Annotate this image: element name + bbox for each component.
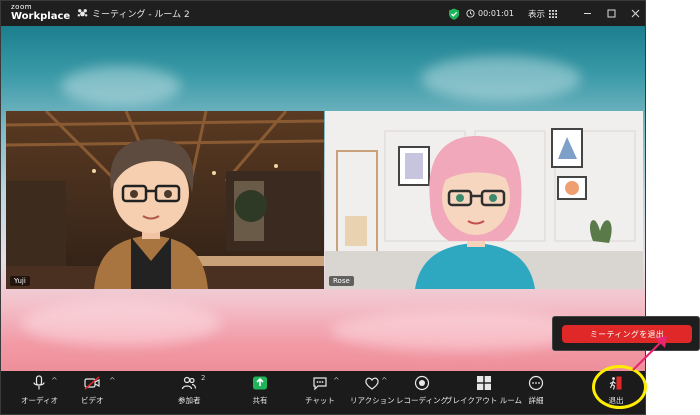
timer-value: 00:01:01 bbox=[478, 9, 514, 18]
room-title-label: ミーティング - ルーム 2 bbox=[92, 10, 190, 20]
maximize-icon bbox=[607, 9, 615, 18]
chat-options-chevron-icon[interactable]: ^ bbox=[333, 376, 340, 385]
breakout-rooms-button[interactable]: ブレイクアウト ルーム bbox=[445, 375, 522, 406]
more-button[interactable]: 詳細 bbox=[528, 375, 544, 406]
room-title: ミーティング - ルーム 2 bbox=[77, 7, 190, 20]
rose-avatar-video bbox=[325, 111, 643, 289]
participants-label: 参加者 bbox=[178, 396, 201, 405]
video-off-icon bbox=[84, 376, 100, 390]
chat-label: チャット bbox=[305, 396, 335, 405]
share-button[interactable]: 共有 bbox=[252, 375, 268, 406]
meeting-toolbar: オーディオ ^ ビデオ ^ 参加者 2 共有 チャット ^ リアクション ^ レ… bbox=[1, 371, 645, 414]
record-label: レコーディング bbox=[396, 396, 448, 405]
record-button[interactable]: レコーディング bbox=[396, 375, 448, 406]
maximize-button[interactable] bbox=[599, 1, 623, 26]
close-window-button[interactable] bbox=[623, 1, 645, 26]
view-button[interactable]: 表示 bbox=[528, 8, 557, 20]
more-label: 詳細 bbox=[528, 396, 544, 405]
annotation-arrow-icon bbox=[632, 336, 667, 371]
participants-button[interactable]: 参加者 bbox=[178, 375, 201, 406]
share-screen-icon bbox=[253, 376, 267, 390]
breakout-rooms-icon bbox=[476, 376, 491, 390]
chat-icon bbox=[313, 377, 327, 391]
yuji-avatar-video bbox=[6, 111, 324, 289]
breakout-label: ブレイクアウト ルーム bbox=[445, 396, 523, 405]
encryption-shield-icon[interactable] bbox=[448, 8, 460, 20]
video-label: ビデオ bbox=[81, 396, 104, 405]
zoom-window: zoom Workplace ミーティング - ルーム 2 00:01:01 表… bbox=[0, 0, 646, 415]
participant-name-tag: Rose bbox=[329, 276, 354, 286]
minimize-icon bbox=[583, 13, 591, 14]
view-label: 表示 bbox=[527, 9, 545, 20]
video-tile-yuji[interactable]: Yuji bbox=[6, 111, 324, 289]
participants-icon bbox=[182, 376, 197, 390]
reactions-label: リアクション bbox=[350, 396, 395, 405]
video-button[interactable]: ビデオ bbox=[81, 375, 104, 406]
chat-button[interactable]: チャット bbox=[305, 375, 335, 406]
record-icon bbox=[414, 375, 430, 391]
close-icon bbox=[631, 9, 639, 18]
minimize-button[interactable] bbox=[575, 1, 599, 26]
reactions-button[interactable]: リアクション bbox=[350, 375, 395, 406]
clock-icon bbox=[466, 9, 475, 18]
meeting-background: Yuji Rose bbox=[1, 26, 645, 371]
more-options-icon bbox=[528, 375, 544, 391]
share-label: 共有 bbox=[252, 396, 268, 405]
zoom-logo: zoom Workplace bbox=[11, 3, 71, 22]
participants-count: 2 bbox=[201, 374, 206, 382]
meeting-timer: 00:01:01 bbox=[466, 9, 514, 18]
reactions-options-chevron-icon[interactable]: ^ bbox=[381, 376, 388, 385]
audio-options-chevron-icon[interactable]: ^ bbox=[51, 376, 58, 385]
breakout-room-icon bbox=[77, 9, 88, 17]
logo-line2: Workplace bbox=[11, 11, 71, 22]
video-options-chevron-icon[interactable]: ^ bbox=[109, 376, 116, 385]
audio-label: オーディオ bbox=[21, 396, 58, 405]
video-tile-rose[interactable]: Rose bbox=[325, 111, 643, 289]
grid-view-icon bbox=[549, 9, 557, 18]
microphone-icon bbox=[33, 375, 46, 390]
heart-reaction-icon bbox=[365, 377, 380, 390]
title-bar: zoom Workplace ミーティング - ルーム 2 00:01:01 表… bbox=[1, 1, 645, 26]
participant-name-tag: Yuji bbox=[10, 276, 30, 286]
